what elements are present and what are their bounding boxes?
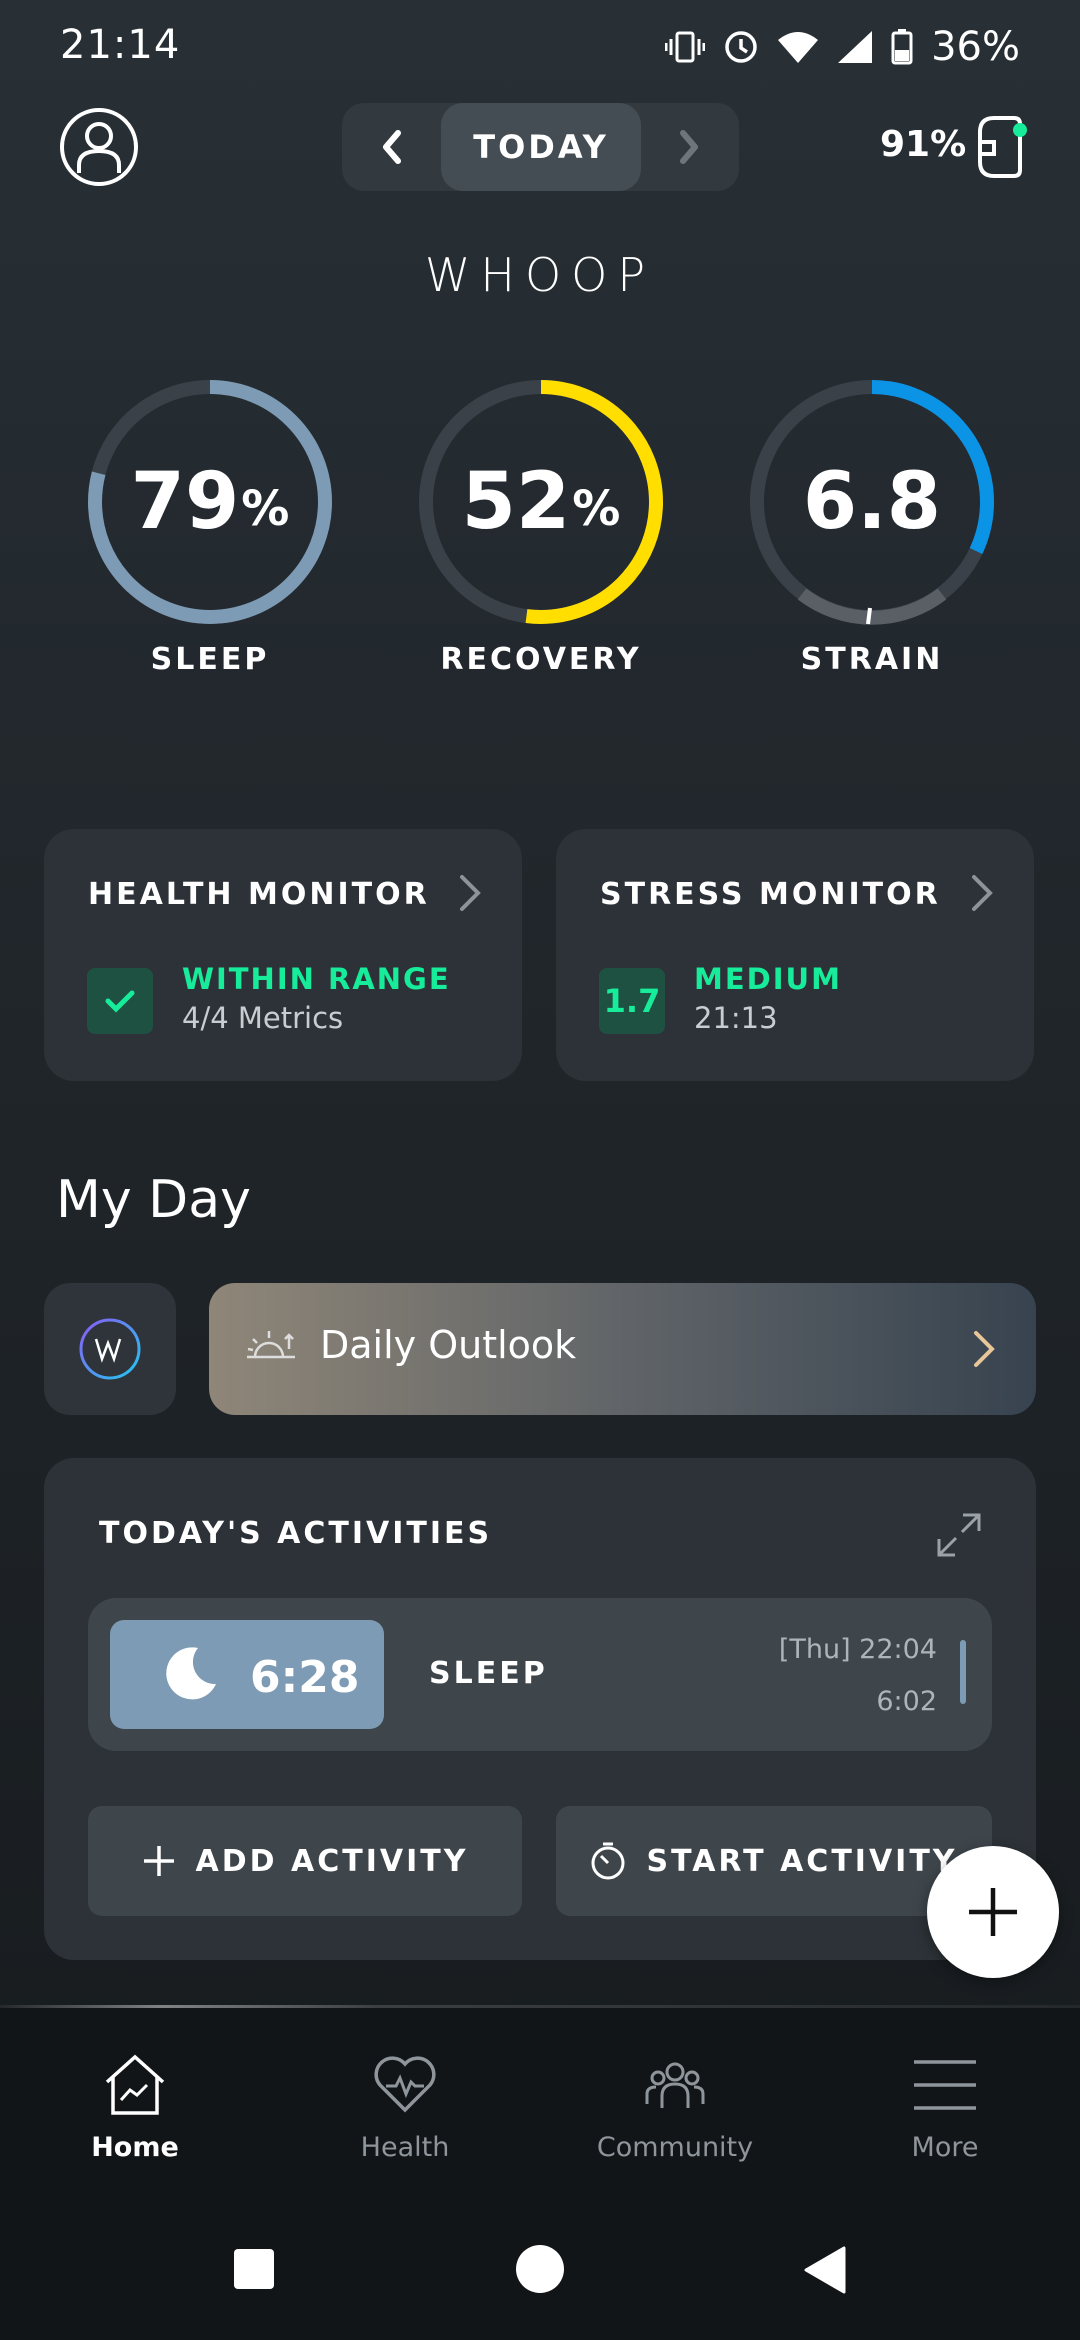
sleep-timeline-bar xyxy=(960,1640,966,1704)
plus-icon xyxy=(969,1888,1017,1936)
sleep-end-time: 6:02 xyxy=(876,1686,937,1717)
start-activity-label: START ACTIVITY xyxy=(646,1843,958,1879)
sleep-duration: 6:28 xyxy=(250,1652,360,1703)
bottom-navigation: Home Health Community More xyxy=(0,2008,1080,2340)
alarm-icon xyxy=(725,31,757,63)
nav-more-label: More xyxy=(911,2132,979,2163)
health-monitor-status: WITHIN RANGE xyxy=(182,962,451,996)
sleep-start-time: [Thu] 22:04 xyxy=(778,1634,937,1665)
recovery-ring[interactable]: 52% xyxy=(411,372,671,632)
profile-button[interactable] xyxy=(60,108,138,186)
stress-monitor-time: 21:13 xyxy=(694,1001,778,1035)
whoop-band-button[interactable] xyxy=(972,112,1034,186)
band-battery: 91% xyxy=(880,124,967,165)
wifi-icon xyxy=(778,32,819,63)
status-time: 21:14 xyxy=(60,22,181,68)
whoop-logo: WHOOP xyxy=(424,248,656,302)
whoop-coach-button[interactable] xyxy=(44,1283,176,1415)
user-icon xyxy=(77,122,121,173)
moon-icon xyxy=(166,1647,216,1700)
chevron-right-icon xyxy=(680,130,698,164)
community-icon xyxy=(645,2062,705,2108)
plus-icon xyxy=(143,1846,174,1876)
chevron-right-icon xyxy=(460,875,481,911)
daily-outlook-label: Daily Outlook xyxy=(320,1323,577,1367)
stopwatch-icon xyxy=(591,1842,625,1880)
start-activity-button[interactable]: START ACTIVITY xyxy=(556,1806,992,1916)
nav-community[interactable]: Community xyxy=(575,2052,775,2163)
stress-monitor-status: MEDIUM xyxy=(694,962,842,996)
add-activity-button[interactable]: ADD ACTIVITY xyxy=(88,1806,522,1916)
chevron-right-icon xyxy=(972,875,993,911)
sleep-label: SLEEP xyxy=(150,642,270,677)
activities-title: TODAY'S ACTIVITIES xyxy=(99,1516,493,1551)
nav-home-label: Home xyxy=(91,2132,179,2163)
next-day-button[interactable] xyxy=(639,103,739,191)
stress-score-badge: 1.7 xyxy=(599,968,665,1034)
daily-outlook-button[interactable]: Daily Outlook xyxy=(209,1283,1036,1415)
sleep-ring[interactable]: 79% xyxy=(80,372,340,632)
recovery-score: 52 xyxy=(461,457,571,547)
add-activity-label: ADD ACTIVITY xyxy=(195,1843,469,1879)
health-monitor-metrics: 4/4 Metrics xyxy=(182,1001,344,1035)
nav-home[interactable]: Home xyxy=(35,2052,235,2163)
home-icon xyxy=(105,2054,165,2115)
menu-icon xyxy=(914,2060,976,2110)
battery-icon xyxy=(891,29,913,65)
band-icon xyxy=(978,116,1027,178)
check-icon xyxy=(87,968,153,1034)
previous-day-button[interactable] xyxy=(342,103,442,191)
today-button[interactable]: TODAY xyxy=(441,103,641,191)
recents-icon[interactable] xyxy=(233,2248,275,2290)
stress-monitor-card[interactable]: STRESS MONITOR 1.7 MEDIUM 21:13 xyxy=(556,829,1034,1081)
strain-label: STRAIN xyxy=(800,642,944,677)
strain-ring[interactable]: 6.8 xyxy=(742,372,1002,632)
expand-icon[interactable] xyxy=(936,1512,982,1558)
sleep-unit: % xyxy=(241,481,290,537)
nav-health[interactable]: Health xyxy=(305,2052,505,2163)
vibrate-icon xyxy=(665,31,706,63)
back-icon[interactable] xyxy=(802,2246,846,2294)
recovery-label: RECOVERY xyxy=(440,642,642,677)
nav-community-label: Community xyxy=(596,2132,754,2163)
chevron-right-icon xyxy=(974,1331,995,1367)
nav-health-label: Health xyxy=(360,2132,450,2163)
status-icons: 36% xyxy=(665,24,1020,70)
sleep-activity-row[interactable]: 6:28 SLEEP [Thu] 22:04 6:02 xyxy=(88,1598,992,1751)
home-system-icon[interactable] xyxy=(515,2244,565,2294)
sleep-score: 79 xyxy=(130,457,240,547)
nav-more[interactable]: More xyxy=(845,2052,1045,2163)
chevron-left-icon xyxy=(383,130,401,164)
sleep-duration-pill: 6:28 xyxy=(110,1620,384,1729)
date-navigator: TODAY xyxy=(342,103,739,191)
sunrise-icon xyxy=(247,1331,295,1359)
stress-monitor-title: STRESS MONITOR xyxy=(600,877,941,912)
sleep-activity-label: SLEEP xyxy=(429,1656,548,1691)
add-floating-button[interactable] xyxy=(927,1846,1059,1978)
recovery-unit: % xyxy=(572,481,621,537)
health-monitor-card[interactable]: HEALTH MONITOR WITHIN RANGE 4/4 Metrics xyxy=(44,829,522,1081)
battery-percent: 36% xyxy=(931,24,1020,70)
health-monitor-title: HEALTH MONITOR xyxy=(88,877,430,912)
whoop-w-icon xyxy=(79,1318,141,1380)
strain-score: 6.8 xyxy=(802,457,942,547)
signal-icon xyxy=(838,31,873,63)
todays-activities-card: TODAY'S ACTIVITIES 6:28 SLEEP [Thu] 22:0… xyxy=(44,1458,1036,1960)
heart-icon xyxy=(374,2056,436,2113)
my-day-title: My Day xyxy=(56,1170,251,1230)
